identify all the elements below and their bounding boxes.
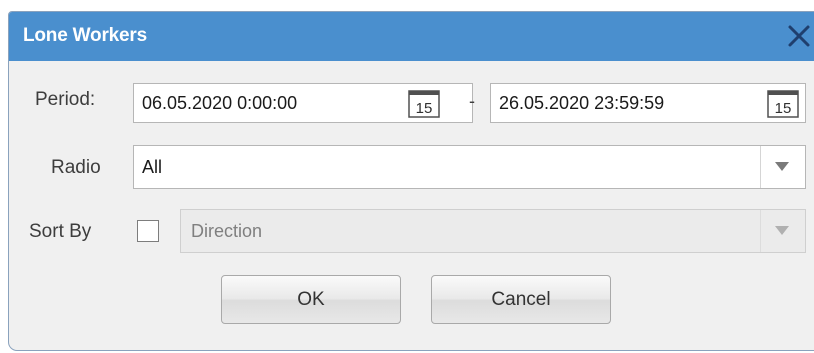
sort-by-select[interactable]: Direction	[180, 209, 806, 253]
close-icon[interactable]	[785, 22, 813, 50]
dialog-title-bar: Lone Workers	[9, 12, 814, 61]
period-end-value: 26.05.2020 23:59:59	[499, 93, 665, 113]
period-label: Period:	[35, 89, 96, 110]
radio-selected-value: All	[142, 157, 163, 177]
period-end-field[interactable]: 26.05.2020 23:59:59 15	[490, 83, 806, 123]
chevron-down-icon[interactable]	[760, 146, 805, 188]
period-separator: -	[469, 91, 475, 111]
period-start-value: 06.05.2020 0:00:00	[142, 93, 298, 113]
calendar-icon[interactable]: 15	[767, 90, 799, 118]
sort-by-selected-value: Direction	[191, 221, 263, 241]
cancel-button[interactable]: Cancel	[431, 275, 611, 324]
sort-by-label: Sort By	[29, 221, 92, 242]
ok-button[interactable]: OK	[221, 275, 401, 324]
period-start-field[interactable]: 06.05.2020 0:00:00 15	[133, 83, 473, 123]
radio-select[interactable]: All	[133, 145, 806, 189]
calendar-icon[interactable]: 15	[408, 90, 440, 118]
dialog-body: Period: 06.05.2020 0:00:00 15 - 26.05.20…	[9, 61, 814, 350]
dialog-title: Lone Workers	[23, 25, 147, 46]
radio-label: Radio	[51, 157, 101, 178]
calendar-day-text: 15	[775, 100, 792, 117]
calendar-day-text: 15	[416, 100, 433, 117]
lone-workers-dialog: Lone Workers Period: 06.05.2020 0:00:00 …	[8, 11, 814, 351]
chevron-down-icon[interactable]	[760, 210, 805, 252]
sort-by-checkbox[interactable]	[137, 220, 159, 242]
